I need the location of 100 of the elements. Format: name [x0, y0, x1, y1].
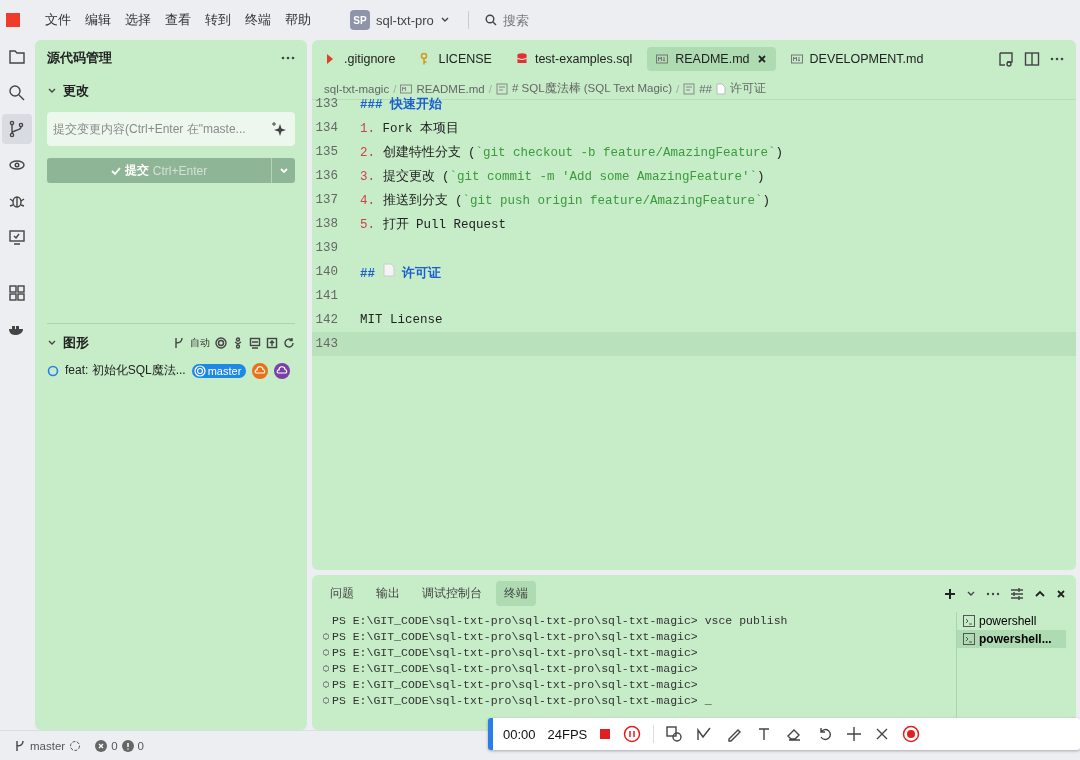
search-icon: [7, 83, 27, 103]
symbol-icon: [683, 82, 696, 95]
sparkle-icon[interactable]: [271, 121, 287, 137]
line-number: 142: [314, 313, 339, 327]
search-field[interactable]: 搜索: [500, 11, 581, 29]
breadcrumb-item[interactable]: README.md: [416, 82, 485, 95]
database-icon: [515, 52, 528, 66]
settings-icon[interactable]: [1010, 587, 1024, 600]
document-icon: [382, 262, 395, 277]
close-icon[interactable]: [1056, 588, 1066, 599]
shapes-icon[interactable]: [666, 726, 683, 742]
code-line: MIT License: [360, 313, 443, 327]
panel-tab[interactable]: 输出: [368, 581, 408, 606]
line-number: 138: [314, 217, 339, 231]
project-name[interactable]: sql-txt-pro: [376, 12, 434, 28]
line-number: 139: [314, 241, 339, 255]
activity-button[interactable]: [2, 114, 32, 144]
project-avatar: SP: [350, 10, 370, 30]
editor-tab[interactable]: DEVELOPMENT.md: [781, 47, 933, 71]
terminal-item[interactable]: powershell...: [957, 630, 1066, 648]
branch-status[interactable]: master: [14, 739, 82, 752]
markdown-icon: [400, 82, 413, 95]
section-title[interactable]: 图形: [63, 334, 89, 352]
line-number: 143: [314, 337, 339, 351]
search-icon[interactable]: [484, 14, 497, 26]
close-icon[interactable]: [876, 728, 889, 740]
error-icon: [95, 739, 108, 752]
preview-icon[interactable]: [998, 51, 1014, 67]
line-tool-icon[interactable]: [696, 726, 713, 742]
panel-tab[interactable]: 调试控制台: [414, 581, 490, 606]
terminal-line: PS E:\GIT_CODE\sql-txt-pro\sql-txt-pro\sql-txt-magic> vsce publish: [331, 613, 788, 627]
more-icon[interactable]: [986, 591, 1000, 596]
plus-icon[interactable]: [944, 587, 956, 600]
warning-icon: [121, 739, 134, 752]
code-line: 2. 创建特性分支 (`git checkout -b feature/AmazingFeature`): [360, 144, 784, 161]
breadcrumb-item[interactable]: 许可证: [729, 81, 766, 96]
pause-icon[interactable]: [623, 725, 642, 743]
menu-item[interactable]: 帮助: [278, 7, 318, 33]
menu-item[interactable]: 编辑: [78, 7, 118, 33]
app-logo: [6, 13, 20, 27]
more-icon[interactable]: [281, 56, 295, 60]
stop-icon[interactable]: [599, 728, 612, 740]
menu-item[interactable]: 终端: [238, 7, 278, 33]
chevron-up-icon[interactable]: [1034, 588, 1046, 599]
code-line: 4. 推送到分支 (`git push origin feature/AmazingFeature`): [360, 192, 771, 209]
breadcrumb-item[interactable]: # SQL魔法棒 (SQL Text Magic): [511, 81, 672, 96]
branch-badge: master: [191, 363, 247, 378]
extensions-icon: [7, 283, 27, 303]
document-icon: [715, 82, 726, 95]
branch-icon[interactable]: [173, 337, 185, 349]
code-line: 3. 提交更改 (`git commit -m 'Add some AmazingFeature'`): [360, 168, 765, 185]
code-line: 5. 打开 Pull Request: [360, 216, 507, 233]
breadcrumb-separator: /: [393, 82, 397, 95]
commit-node-icon: [47, 364, 59, 377]
breadcrumb-item[interactable]: sql-txt-magic: [324, 82, 390, 95]
panel-tab[interactable]: 问题: [322, 581, 362, 606]
more-icon[interactable]: [1050, 57, 1064, 61]
sync-icon: [69, 739, 82, 752]
push-icon[interactable]: [266, 337, 278, 349]
menu-item[interactable]: 选择: [118, 7, 158, 33]
symbol-icon: [495, 82, 508, 95]
breadcrumb-separator: /: [675, 82, 680, 95]
editor-tab[interactable]: README.md: [647, 47, 776, 71]
breadcrumb-item[interactable]: ##: [699, 82, 712, 95]
auto-label[interactable]: 自动: [190, 336, 210, 350]
terminal-item[interactable]: powershell: [957, 612, 1066, 630]
close-icon[interactable]: [756, 54, 767, 64]
line-number: 136: [314, 169, 339, 183]
editor-tab[interactable]: test-examples.sql: [506, 47, 642, 71]
problems-status[interactable]: 0 0: [95, 739, 144, 752]
check-icon: [110, 165, 121, 176]
record-icon[interactable]: [902, 725, 921, 743]
terminal-icon: [963, 633, 975, 645]
code-line: ## 许可证: [360, 262, 442, 282]
markdown-icon: [656, 52, 669, 66]
commit-message-field[interactable]: 提交变更内容(Ctrl+Enter 在"maste...: [47, 112, 295, 146]
move-icon[interactable]: [846, 726, 863, 742]
commit-message[interactable]: feat: 初始化SQL魔法...: [65, 362, 186, 379]
frame-rate: 24FPS: [547, 726, 588, 742]
code-line: ### 快速开始: [360, 96, 442, 113]
merge-icon[interactable]: [232, 337, 244, 349]
monitor-icon: [7, 227, 27, 247]
menu-item[interactable]: 文件: [38, 7, 78, 33]
fetch-icon[interactable]: [249, 337, 261, 349]
menu-item[interactable]: 转到: [198, 7, 238, 33]
section-title[interactable]: 更改: [63, 82, 89, 100]
line-number: 135: [314, 145, 339, 159]
target-icon: [193, 364, 206, 377]
refresh-icon[interactable]: [283, 337, 295, 349]
code-line: 1. Fork 本项目: [360, 120, 460, 137]
editor-tab[interactable]: .gitignore: [316, 47, 405, 71]
chevron-down-icon: [278, 165, 289, 176]
panel-tab[interactable]: 终端: [496, 581, 536, 606]
menu-item[interactable]: 查看: [158, 7, 198, 33]
split-editor-icon[interactable]: [1024, 51, 1040, 67]
line-number: 137: [314, 193, 339, 207]
editor-tab[interactable]: LICENSE: [410, 47, 501, 71]
target-icon[interactable]: [215, 337, 227, 349]
sidebar-title: 源代码管理: [47, 49, 112, 67]
terminal-icon: [963, 615, 975, 627]
